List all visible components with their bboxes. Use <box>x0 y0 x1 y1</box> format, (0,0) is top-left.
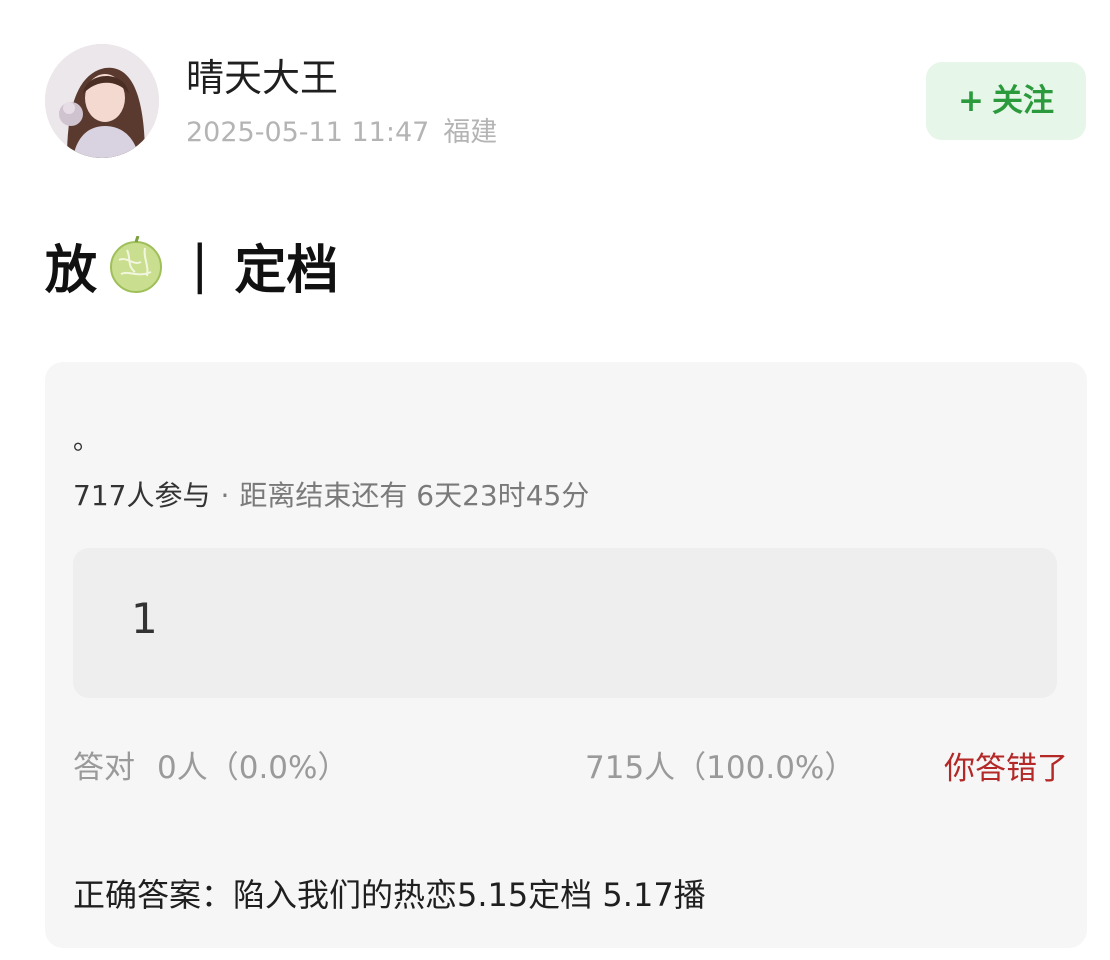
wrong-answer-note: 你答错了 <box>944 751 1068 787</box>
quiz-card: 。 717人参与 · 距离结束还有 6天23时45分 1 答对 0人（0.0%） 71… <box>45 362 1087 948</box>
correct-stat: 答对 0人（0.0%） <box>73 746 348 790</box>
post-date: 2025-05-11 11:47 <box>186 117 430 148</box>
info-dot: · <box>220 479 230 512</box>
post-title: 放 | 定档 <box>45 225 339 305</box>
title-separator: | <box>191 235 209 295</box>
post-title-right: 定档 <box>234 240 339 301</box>
countdown-value: 6天23时45分 <box>416 479 590 512</box>
correct-label: 答对 <box>73 750 135 786</box>
quiz-option-text: 1 <box>131 594 158 643</box>
follow-label: 关注 <box>991 83 1054 119</box>
melon-icon <box>107 235 165 294</box>
post-title-left: 放 <box>45 240 98 301</box>
avatar[interactable] <box>45 44 159 158</box>
correct-answer: 正确答案：陷入我们的热恋5.15定档 5.17播 <box>73 876 706 914</box>
avatar-photo <box>45 44 159 158</box>
post-meta: 2025-05-11 11:47 福建 <box>186 113 497 153</box>
participant-count: 717人参与 <box>73 479 211 512</box>
post-page: 晴天大王 2025-05-11 11:47 福建 + 关注 放 | 定档 。 717… <box>0 0 1110 960</box>
quiz-info: 717人参与 · 距离结束还有 6天23时45分 <box>73 476 589 516</box>
follow-button[interactable]: + 关注 <box>926 62 1086 140</box>
correct-count: 0人（0.0%） <box>157 750 349 786</box>
other-stat: 715人（100.0%） <box>585 750 856 786</box>
quiz-option[interactable]: 1 <box>73 548 1057 698</box>
username[interactable]: 晴天大王 <box>186 53 338 103</box>
plus-icon: + <box>958 83 984 119</box>
countdown-label: 距离结束还有 <box>239 479 408 512</box>
post-location: 福建 <box>443 117 498 148</box>
quiz-question: 。 <box>73 426 100 456</box>
